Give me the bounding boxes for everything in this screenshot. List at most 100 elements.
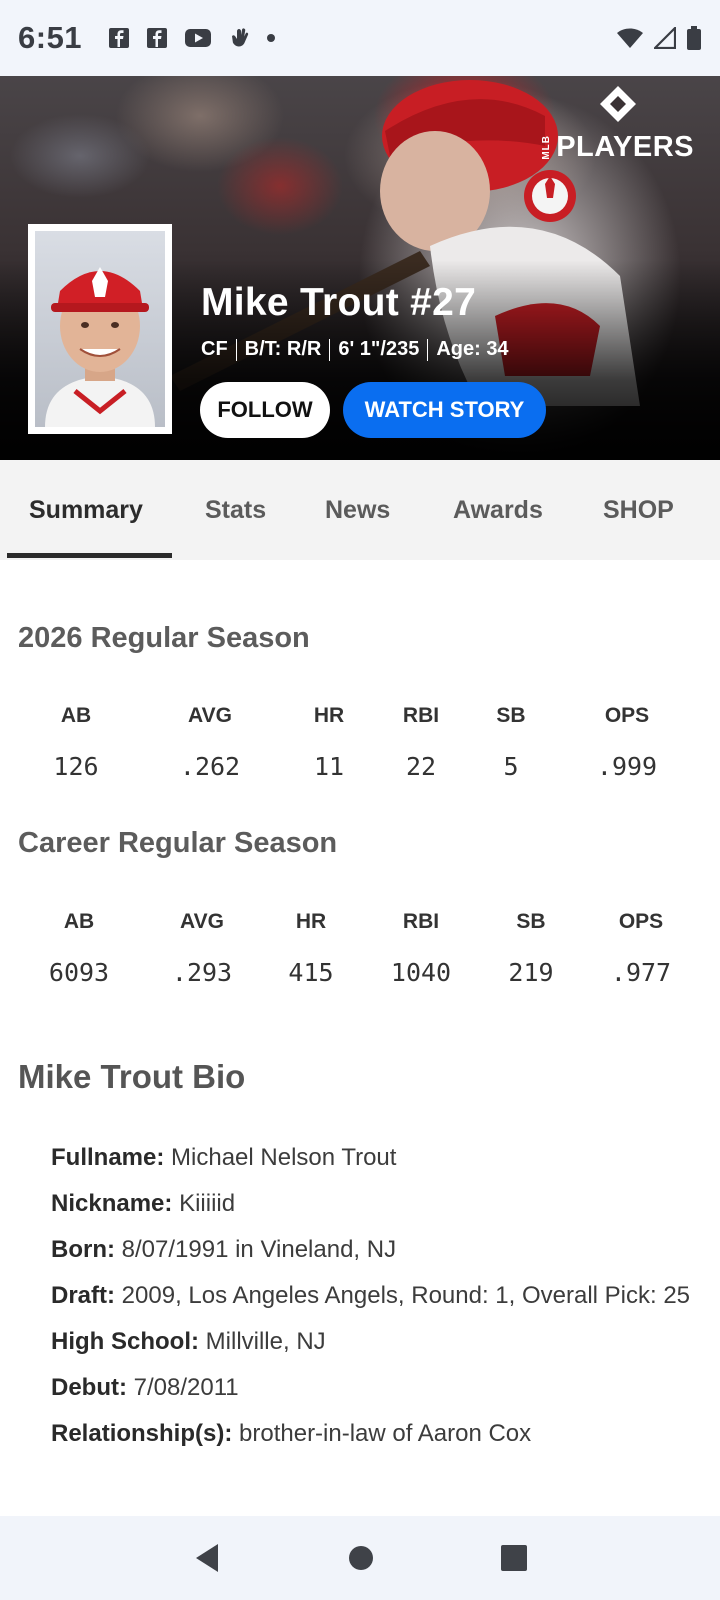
stat-cell: OPS .999 [597,704,657,781]
bio-label: Debut: [51,1374,127,1401]
season-stats-title: 2026 Regular Season [18,622,310,654]
meta-divider [329,338,331,361]
signal-icon [654,27,676,49]
mlb-sub-label: MLB [541,135,553,160]
stat-label: AVG [180,910,224,933]
active-tab-indicator [7,553,172,558]
stat-cell: AB 6093 [49,910,109,987]
facebook-icon [147,28,168,48]
bio-label: Born: [51,1236,115,1263]
bio-label: Fullname: [51,1144,165,1171]
player-height-weight: 6' 1"/235 [338,338,420,360]
bio-value: brother-in-law of Aaron Cox [239,1420,532,1447]
back-icon[interactable] [192,1542,222,1574]
tab-stats[interactable]: Stats [205,460,266,560]
stat-cell: SB 219 [508,910,553,987]
stat-value: .262 [179,752,241,781]
stat-label: OPS [604,704,650,727]
stat-label: AB [60,704,92,727]
recents-icon[interactable] [500,1544,528,1572]
stat-label: RBI [402,910,440,933]
tab-awards[interactable]: Awards [453,460,543,560]
system-icons [616,25,702,51]
stat-value: 22 [405,752,437,781]
stat-label: SB [516,910,546,933]
dot-icon [267,34,276,42]
status-bar: 6:51 [0,0,720,76]
battery-icon [687,26,701,50]
mlb-players-logo: MLB PLAYERS [541,84,694,164]
bio-row: Nickname: Kiiiiid [51,1184,691,1224]
bio-label: High School: [51,1328,199,1355]
stat-cell: AVG .262 [180,704,240,781]
stat-cell: SB 5 [496,704,525,781]
players-diamond-icon [599,86,636,122]
stat-value: .977 [610,958,672,987]
home-icon[interactable] [347,1544,375,1572]
stat-cell: HR 11 [314,704,344,781]
career-stats-title: Career Regular Season [18,827,338,859]
stat-label: SB [496,704,526,727]
headshot-portrait [45,267,155,427]
wifi-icon [617,28,643,48]
player-bats-throws: B/T: R/R [244,338,322,360]
tab-summary[interactable]: Summary [29,460,143,560]
bio-row: Relationship(s): brother-in-law of Aaron… [51,1414,691,1454]
players-wordmark: PLAYERS [556,131,694,163]
player-tabs: Summary Stats News Awards SHOP [0,460,720,560]
facebook-icon [109,28,130,48]
player-headshot [28,224,172,434]
bio-label: Nickname: [51,1190,173,1217]
player-meta: CF B/T: R/R 6' 1"/235 Age: 34 [201,338,509,361]
player-position: CF [201,338,228,360]
stat-cell: AVG .293 [172,910,232,987]
player-age: Age: 34 [436,338,509,360]
stat-label: HR [295,910,327,933]
stat-label: HR [313,704,345,727]
stat-label: OPS [618,910,664,933]
bio-value: 7/08/2011 [133,1374,239,1401]
meta-divider [427,338,429,361]
stat-value: 126 [53,752,99,781]
bio-row: Draft: 2009, Los Angeles Angels, Round: … [51,1276,691,1316]
follow-button[interactable]: FOLLOW [200,382,330,438]
bio-row: High School: Millville, NJ [51,1322,691,1362]
stat-cell: OPS .977 [611,910,671,987]
bio-row: Born: 8/07/1991 in Vineland, NJ [51,1230,691,1270]
stat-value: 1040 [390,958,452,987]
bio-list: Fullname: Michael Nelson Trout Nickname:… [51,1138,691,1460]
bio-value: Michael Nelson Trout [171,1144,397,1171]
bio-value: 2009, Los Angeles Angels, Round: 1, Over… [121,1282,691,1309]
bio-row: Fullname: Michael Nelson Trout [51,1138,691,1178]
tab-news[interactable]: News [325,460,390,560]
watch-story-button[interactable]: WATCH STORY [343,382,546,438]
notification-icons [108,26,276,50]
tab-shop[interactable]: SHOP [603,460,674,560]
stat-value: 219 [508,958,554,987]
bio-value: 8/07/1991 in Vineland, NJ [121,1236,397,1263]
bio-value: Millville, NJ [205,1328,326,1355]
system-nav-bar [0,1516,720,1600]
stat-cell: AB 126 [53,704,98,781]
player-name: Mike Trout #27 [201,281,477,324]
stat-value: 415 [288,958,334,987]
hand-icon [232,28,249,47]
stat-value: .999 [596,752,658,781]
bio-row: Debut: 7/08/2011 [51,1368,691,1408]
stat-value: 5 [503,752,519,781]
bio-label: Relationship(s): [51,1420,233,1447]
stat-cell: RBI 1040 [391,910,451,987]
status-time: 6:51 [18,20,83,55]
stat-label: RBI [402,704,440,727]
bio-value: Kiiiiid [179,1190,236,1217]
stat-value: .293 [171,958,233,987]
meta-divider [235,338,237,361]
bio-label: Draft: [51,1282,115,1309]
stat-label: AVG [188,704,232,727]
stat-cell: HR 415 [288,910,333,987]
youtube-icon [185,29,212,47]
stat-value: 6093 [48,958,110,987]
stat-label: AB [63,910,95,933]
stat-cell: RBI 22 [403,704,439,781]
stat-value: 11 [313,752,345,781]
